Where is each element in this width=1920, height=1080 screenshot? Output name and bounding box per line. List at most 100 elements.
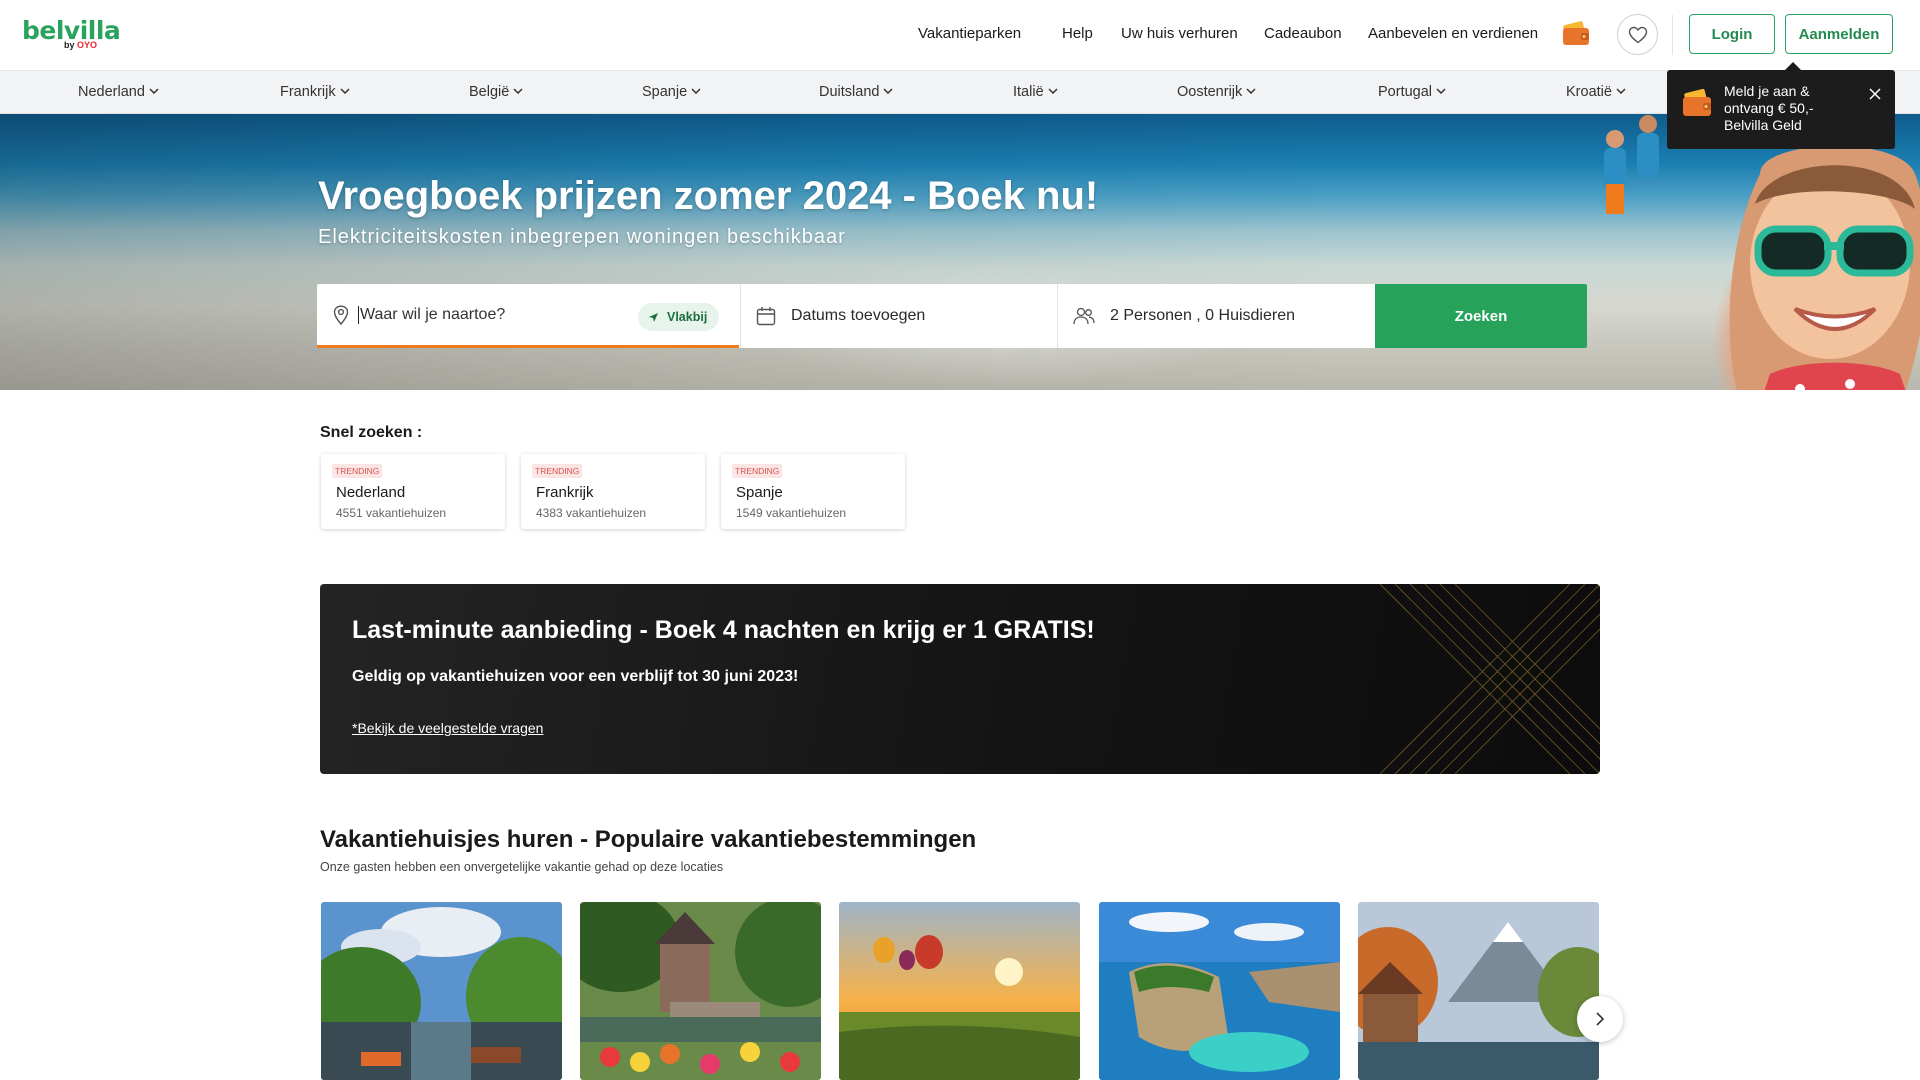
wallet-icon: [1681, 88, 1713, 118]
navigation-arrow-icon: [649, 312, 658, 322]
destination-card-coast[interactable]: [1099, 902, 1340, 1080]
trending-badge: TRENDING: [332, 464, 383, 478]
country-label: Nederland: [78, 84, 145, 100]
country-oostenrijk[interactable]: Oostenrijk: [1177, 84, 1256, 100]
banner-title: Last-minute aanbieding - Boek 4 nachten …: [352, 616, 1095, 644]
promo-text: Meld je aan & ontvang € 50,- Belvilla Ge…: [1724, 83, 1814, 133]
nearby-chip-label: Vlakbij: [667, 310, 708, 324]
country-label: Portugal: [1378, 84, 1433, 100]
country-belgie[interactable]: België: [469, 84, 523, 100]
country-portugal[interactable]: Portugal: [1378, 84, 1446, 100]
quick-search-count: 4551 vakantiehuizen: [336, 506, 447, 520]
signup-button[interactable]: Aanmelden: [1785, 14, 1893, 54]
nearby-chip[interactable]: Vlakbij: [638, 303, 720, 331]
wallet-icon[interactable]: [1561, 20, 1591, 46]
header-divider: [1672, 15, 1673, 55]
quick-search-card-nederland[interactable]: TRENDING Nederland 4551 vakantiehuizen: [321, 454, 505, 529]
chevron-down-icon: [1616, 88, 1626, 94]
dates-label: Datums toevoegen: [791, 307, 926, 324]
calendar-icon: [756, 307, 776, 326]
destination-image: [1358, 902, 1599, 1080]
chevron-down-icon: [340, 88, 350, 94]
country-nav: Nederland Frankrijk België Spanje Duitsl…: [0, 71, 1920, 114]
guests-label: 2 Personen , 0 Huisdieren: [1110, 307, 1295, 324]
country-label: Duitsland: [819, 84, 880, 100]
last-minute-banner: Last-minute aanbieding - Boek 4 nachten …: [320, 584, 1600, 774]
destination-card-lake[interactable]: [1358, 902, 1599, 1080]
hero-banner: Vroegboek prijzen zomer 2024 - Boek nu! …: [0, 114, 1920, 390]
country-label: België: [469, 84, 510, 100]
chevron-down-icon: [149, 88, 159, 94]
country-spanje[interactable]: Spanje: [642, 84, 701, 100]
nav-vakantieparken[interactable]: Vakantieparken: [918, 25, 1021, 42]
quick-search-name: Nederland: [336, 484, 406, 501]
chevron-down-icon: [883, 88, 893, 94]
people-icon: [1073, 307, 1095, 325]
nav-cadeaubon[interactable]: Cadeaubon: [1264, 25, 1342, 42]
dates-field[interactable]: Datums toevoegen: [740, 284, 1057, 348]
hero-photo-people: [1604, 115, 1659, 214]
banner-subtitle: Geldig op vakantiehuizen voor een verbli…: [352, 668, 799, 685]
logo-oyo-text: OYO: [77, 40, 98, 50]
quick-search-count: 1549 vakantiehuizen: [736, 506, 847, 520]
country-label: Frankrijk: [280, 84, 336, 100]
banner-gold-lines: [1380, 584, 1600, 774]
logo-byline: by OYO: [64, 40, 97, 50]
country-label: Oostenrijk: [1177, 84, 1243, 100]
destination-image: [1099, 902, 1340, 1080]
chevron-down-icon: [1048, 88, 1058, 94]
close-icon[interactable]: [1867, 86, 1883, 102]
logo-by-text: by: [64, 40, 75, 50]
hero-photo-child: [1729, 145, 1920, 390]
trending-badge: TRENDING: [732, 464, 783, 478]
map-pin-icon: [333, 304, 349, 325]
chevron-down-icon: [1246, 88, 1256, 94]
signup-promo-tooltip: Meld je aan & ontvang € 50,- Belvilla Ge…: [1667, 62, 1895, 149]
country-duitsland[interactable]: Duitsland: [819, 84, 893, 100]
country-nederland[interactable]: Nederland: [78, 84, 159, 100]
country-kroatie[interactable]: Kroatië: [1566, 84, 1626, 100]
quick-search-title: Snel zoeken :: [320, 424, 423, 441]
belvilla-logo[interactable]: belvilla by OYO: [22, 18, 121, 51]
quick-search-count: 4383 vakantiehuizen: [536, 506, 647, 520]
site-header: belvilla by OYO Vakantieparken Help Uw h…: [0, 0, 1920, 71]
chevron-down-icon: [1436, 88, 1446, 94]
text-cursor: [358, 305, 359, 324]
nav-aanbevelen-en-verdienen[interactable]: Aanbevelen en verdienen: [1368, 25, 1538, 42]
nav-uw-huis-verhuren[interactable]: Uw huis verhuren: [1121, 25, 1238, 42]
country-label: Spanje: [642, 84, 688, 100]
chevron-right-icon: [1596, 1012, 1605, 1026]
destination-card-amsterdam[interactable]: [321, 902, 562, 1080]
country-label: Kroatië: [1566, 84, 1612, 100]
nav-help[interactable]: Help: [1062, 25, 1093, 42]
faq-link[interactable]: *Bekijk de veelgestelde vragen: [352, 720, 543, 736]
quick-search-name: Frankrijk: [536, 484, 594, 501]
country-frankrijk[interactable]: Frankrijk: [280, 84, 350, 100]
popular-destinations-title: Vakantiehuisjes huren - Populaire vakant…: [320, 826, 977, 853]
guests-field[interactable]: 2 Personen , 0 Huisdieren: [1057, 284, 1375, 348]
destination-image: [321, 902, 562, 1080]
quick-search-card-spanje[interactable]: TRENDING Spanje 1549 vakantiehuizen: [721, 454, 905, 529]
country-label: Italië: [1013, 84, 1044, 100]
hero-subtitle: Elektriciteitskosten inbegrepen woningen…: [318, 226, 846, 248]
login-button[interactable]: Login: [1689, 14, 1775, 54]
chevron-down-icon: [513, 88, 523, 94]
heart-icon: [1628, 26, 1647, 43]
favorites-button[interactable]: [1617, 14, 1658, 55]
destination-image: [580, 902, 821, 1080]
popular-destinations-subtitle: Onze gasten hebben een onvergetelijke va…: [320, 860, 724, 874]
destination-card-balloons[interactable]: [839, 902, 1080, 1080]
destination-field[interactable]: Waar wil je naartoe? Vlakbij: [317, 284, 739, 348]
search-bar: Waar wil je naartoe? Vlakbij Datums toev…: [317, 284, 1587, 348]
destination-image: [839, 902, 1080, 1080]
trending-badge: TRENDING: [532, 464, 583, 478]
search-button[interactable]: Zoeken: [1375, 284, 1587, 348]
quick-search-card-frankrijk[interactable]: TRENDING Frankrijk 4383 vakantiehuizen: [521, 454, 705, 529]
carousel-next-button[interactable]: [1577, 996, 1623, 1042]
destination-card-castle[interactable]: [580, 902, 821, 1080]
country-italie[interactable]: Italië: [1013, 84, 1058, 100]
quick-search-name: Spanje: [736, 484, 783, 501]
hero-title: Vroegboek prijzen zomer 2024 - Boek nu!: [318, 174, 1099, 218]
chevron-down-icon: [691, 88, 701, 94]
destination-input[interactable]: Waar wil je naartoe?: [360, 306, 505, 324]
